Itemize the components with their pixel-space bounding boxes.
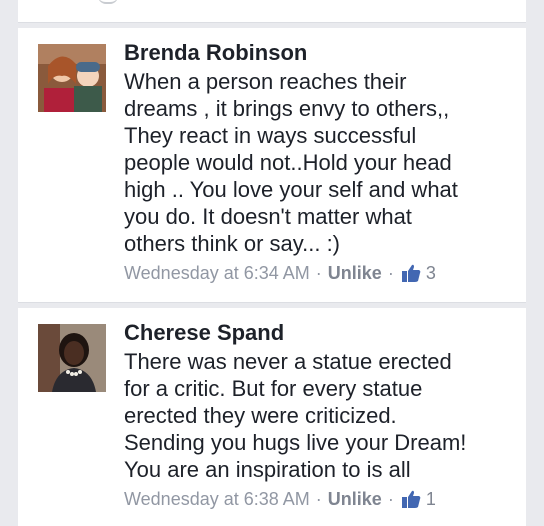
comment-item: Brenda Robinson When a person reaches th… [18, 28, 526, 303]
separator-dot: · [387, 489, 394, 509]
separator-dot: · [315, 263, 322, 283]
unlike-button[interactable]: Unlike [328, 487, 382, 511]
thumbs-up-icon[interactable] [400, 262, 422, 284]
comment-text: When a person reaches their dreams , it … [124, 69, 458, 256]
comment-meta: Wednesday at 6:38 AM · Unlike · 1 [124, 487, 512, 511]
comment-timestamp[interactable]: Wednesday at 6:38 AM [124, 487, 310, 511]
avatar[interactable] [38, 324, 106, 392]
separator-dot: · [387, 263, 394, 283]
previous-comment-stub [18, 0, 526, 23]
like-count[interactable]: 3 [426, 261, 436, 285]
comment-author[interactable]: Brenda Robinson [124, 40, 512, 66]
comment-text: There was never a statue erected for a c… [124, 349, 467, 482]
comment-timestamp[interactable]: Wednesday at 6:34 AM [124, 261, 310, 285]
comment-item: Cherese Spand There was never a statue e… [18, 308, 526, 526]
unlike-button[interactable]: Unlike [328, 261, 382, 285]
comment-meta: Wednesday at 6:34 AM · Unlike · 3 [124, 261, 512, 285]
separator-dot: · [315, 489, 322, 509]
partial-element [98, 0, 118, 4]
comment-author[interactable]: Cherese Spand [124, 320, 512, 346]
avatar[interactable] [38, 44, 106, 112]
thumbs-up-icon[interactable] [400, 488, 422, 510]
like-count[interactable]: 1 [426, 487, 436, 511]
